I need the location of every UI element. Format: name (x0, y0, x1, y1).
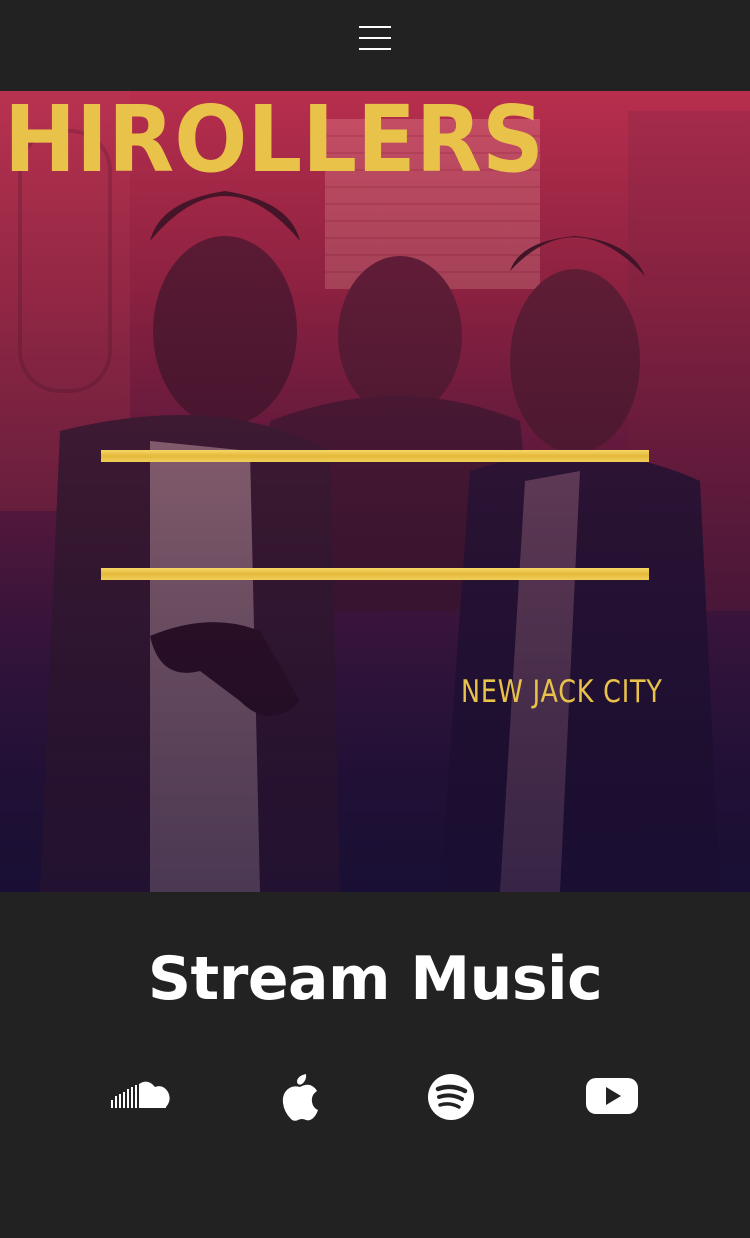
soundcloud-icon[interactable] (110, 1070, 172, 1122)
stream-music-section: Stream Music (0, 892, 750, 1238)
top-bar (0, 0, 750, 91)
hero-cover-image: HIROLLERS NEW JACK CITY (0, 91, 750, 892)
hirollers-logo: HIROLLERS (4, 91, 544, 185)
spotify-icon[interactable] (427, 1070, 477, 1122)
logo-subtitle: NEW JACK CITY (461, 674, 663, 710)
band-photo (0, 91, 750, 892)
youtube-icon[interactable] (585, 1070, 639, 1122)
apple-icon[interactable] (280, 1070, 320, 1122)
section-title: Stream Music (147, 944, 603, 1014)
logo-wordmark-text: HIROLLERS (4, 91, 544, 185)
hamburger-menu-icon[interactable] (357, 24, 393, 52)
